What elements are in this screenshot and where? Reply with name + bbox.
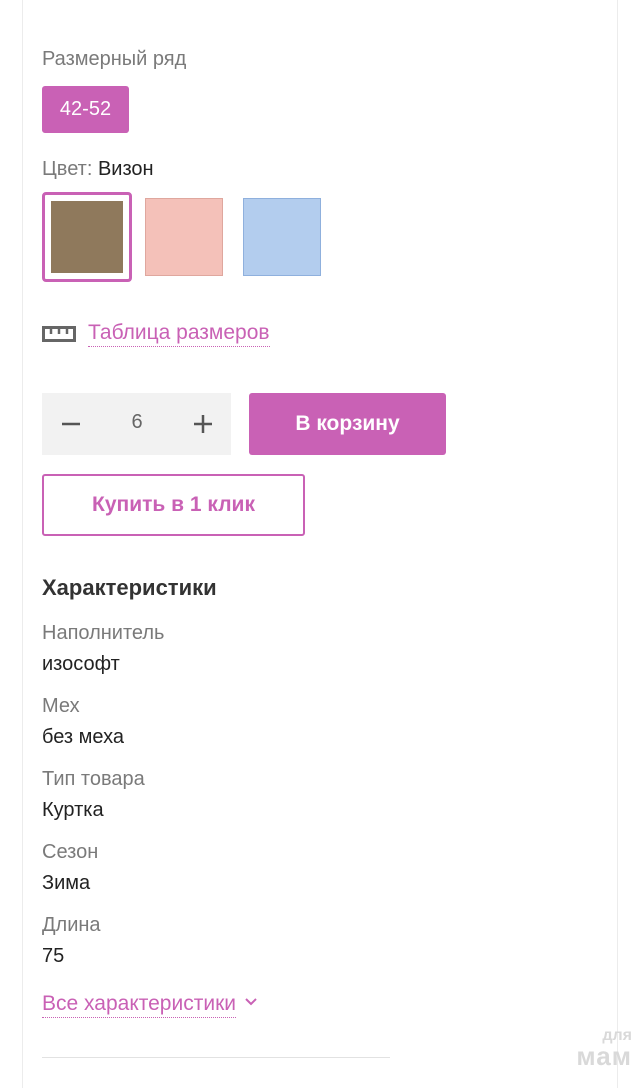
spec-label: Наполнитель (42, 622, 165, 644)
buy-one-click-button[interactable]: Купить в 1 клик (42, 474, 305, 536)
color-swatch-selected[interactable] (42, 192, 132, 282)
spec-label: Мех (42, 695, 80, 717)
color-label: Цвет: Визон (42, 158, 154, 181)
size-option-chip[interactable]: 42-52 (42, 86, 129, 133)
color-swatch-fill (51, 201, 123, 273)
color-swatch-blue[interactable] (243, 198, 321, 276)
spec-label: Сезон (42, 841, 99, 863)
size-range-label: Размерный ряд (42, 48, 187, 70)
chevron-down-icon[interactable] (244, 997, 258, 1007)
specs-title: Характеристики (42, 575, 217, 600)
divider (42, 1057, 390, 1058)
add-to-cart-button[interactable]: В корзину (249, 393, 446, 455)
color-label-text: Цвет: (42, 158, 93, 180)
spec-value: Зима (42, 872, 91, 894)
watermark: для мам (552, 1026, 632, 1071)
quantity-value[interactable]: 6 (112, 411, 162, 434)
all-specs-link[interactable]: Все характеристики (42, 991, 236, 1018)
watermark-bottom: мам (576, 1041, 632, 1071)
spec-value: изософт (42, 653, 120, 675)
selected-color-name: Визон (97, 158, 154, 180)
plus-icon[interactable] (192, 413, 214, 435)
spec-value: без меха (42, 726, 124, 748)
quantity-stepper: 6 (42, 393, 231, 455)
spec-label: Длина (42, 914, 101, 936)
size-table-link[interactable]: Таблица размеров (88, 320, 270, 347)
color-swatch-pink[interactable] (145, 198, 223, 276)
ruler-icon (42, 326, 76, 342)
spec-label: Тип товара (42, 768, 145, 790)
minus-icon[interactable] (60, 413, 82, 435)
spec-value: Куртка (42, 799, 104, 821)
spec-value: 75 (42, 945, 65, 967)
